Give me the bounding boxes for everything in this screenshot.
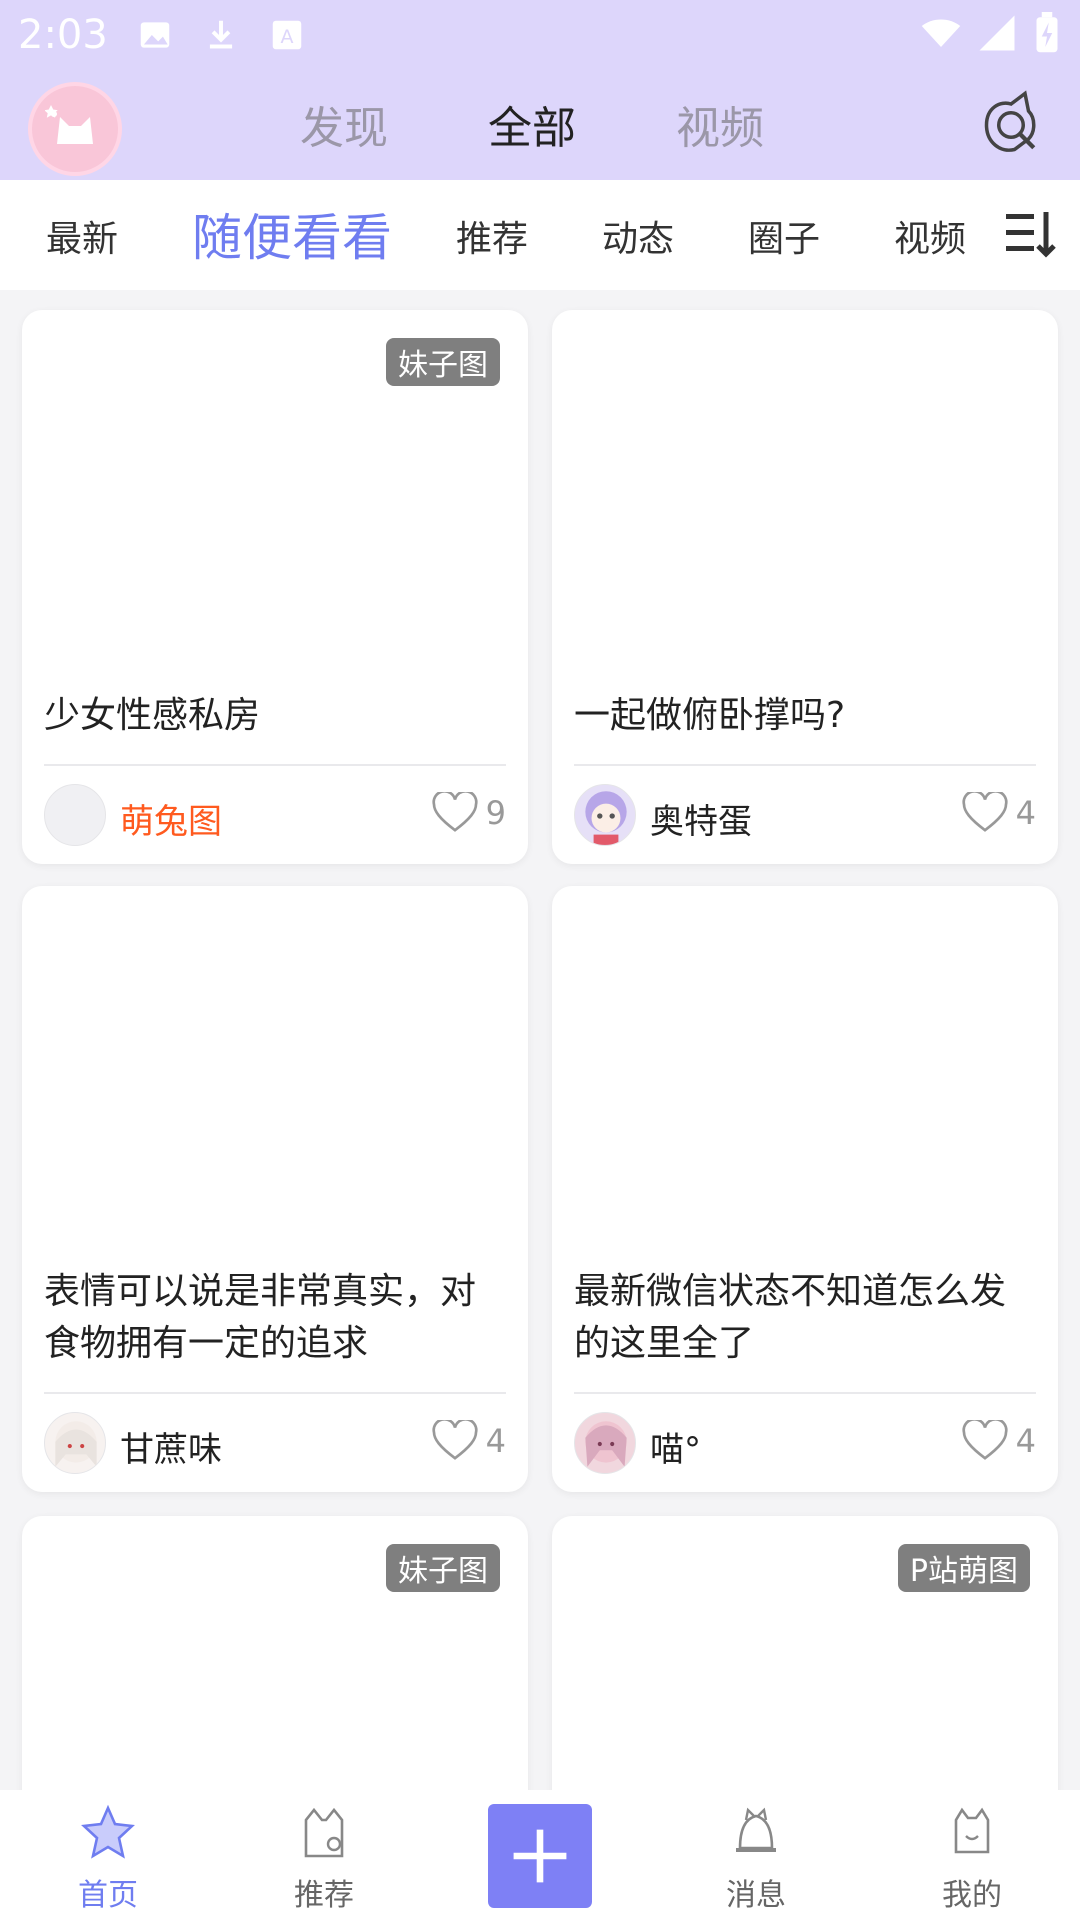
nav-home-label: 首页: [78, 1878, 138, 1913]
anime-avatar-icon: [585, 1421, 627, 1467]
tab-video[interactable]: 视频: [676, 92, 764, 156]
nav-messages-label: 消息: [726, 1878, 786, 1913]
screen: 2:03 A 发现 全部 视频 最新 随便看看 推荐 动态 圈子 视频 妹子图 …: [0, 0, 1080, 1920]
anime-avatar-icon: [585, 791, 627, 845]
top-header-area: 2:03 A 发现 全部 视频: [0, 0, 1080, 180]
tab-all-label: 全部: [488, 103, 576, 154]
category-tag: P站萌图: [897, 1544, 1030, 1592]
post-card[interactable]: 最新微信状态不知道怎么发的这里全了 喵° 4: [552, 886, 1058, 1492]
post-title: 最新微信状态不知道怎么发的这里全了: [574, 1271, 1007, 1364]
author-name[interactable]: 奥特蛋: [650, 794, 752, 843]
cat-profile-icon: [954, 1807, 990, 1854]
nav-recommend[interactable]: 推荐: [254, 1804, 394, 1914]
author-avatar[interactable]: [44, 784, 106, 846]
header-tabs: 发现 全部 视频: [300, 92, 764, 160]
heart-icon: [432, 1420, 478, 1460]
author-name[interactable]: 萌兔图: [120, 794, 222, 843]
search-cat-icon[interactable]: [976, 90, 1046, 160]
like-count: 9: [485, 794, 506, 832]
battery-icon: [1036, 12, 1058, 53]
anime-avatar-icon: [55, 1421, 97, 1467]
star-home-icon: [81, 1804, 135, 1859]
subtab-latest[interactable]: 最新: [46, 210, 118, 262]
like-button[interactable]: 4: [962, 1420, 1036, 1462]
nav-messages[interactable]: 消息: [686, 1804, 826, 1914]
card-divider: [574, 764, 1036, 766]
post-title: 表情可以说是非常真实，对食物拥有一定的追求: [44, 1271, 477, 1364]
author-avatar[interactable]: [574, 1412, 636, 1474]
card-divider: [574, 1392, 1036, 1394]
tab-all[interactable]: 全部: [488, 92, 576, 160]
status-right: [920, 12, 1062, 54]
bottom-navigation: 首页 推荐 消息 我的: [0, 1790, 1080, 1920]
like-button[interactable]: 4: [432, 1420, 506, 1462]
category-tag: 妹子图: [386, 338, 500, 386]
category-tag: 妹子图: [386, 1544, 500, 1592]
app-logo-avatar[interactable]: [28, 82, 122, 176]
author-avatar[interactable]: [574, 784, 636, 846]
author-name[interactable]: 甘蔗味: [120, 1422, 222, 1471]
app-header: 发现 全部 视频: [0, 72, 1080, 180]
cat-logo-icon: [45, 105, 93, 144]
sort-menu-icon[interactable]: [1002, 206, 1058, 262]
plus-icon: [513, 1829, 567, 1883]
svg-text:A: A: [281, 26, 294, 48]
wifi-icon: [921, 19, 961, 47]
post-card[interactable]: P站萌图: [552, 1516, 1058, 1816]
post-card[interactable]: 表情可以说是非常真实，对食物拥有一定的追求 甘蔗味 4: [22, 886, 528, 1492]
card-divider: [44, 1392, 506, 1394]
font-icon: A: [272, 20, 302, 50]
signal-icon: [979, 15, 1015, 51]
subtab-random[interactable]: 随便看看: [192, 198, 392, 270]
post-card[interactable]: 妹子图 少女性感私房 萌兔图 9: [22, 310, 528, 864]
post-card[interactable]: 一起做俯卧撑吗? 奥特蛋 4: [552, 310, 1058, 864]
nav-profile-label: 我的: [942, 1878, 1002, 1913]
image-icon: [140, 22, 170, 48]
like-count: 4: [485, 1422, 506, 1460]
nav-profile[interactable]: 我的: [902, 1804, 1042, 1914]
card-divider: [44, 764, 506, 766]
like-button[interactable]: 9: [432, 792, 506, 834]
nav-recommend-label: 推荐: [294, 1878, 354, 1913]
like-count: 4: [1015, 794, 1036, 832]
subtab-recommend[interactable]: 推荐: [456, 210, 528, 262]
status-time: 2:03: [18, 12, 108, 58]
heart-icon: [962, 792, 1008, 832]
heart-icon: [962, 1420, 1008, 1460]
post-title: 少女性感私房: [44, 695, 261, 736]
nav-home[interactable]: 首页: [38, 1804, 178, 1914]
like-count: 4: [1015, 1422, 1036, 1460]
tab-discover[interactable]: 发现: [300, 92, 388, 156]
author-avatar[interactable]: [44, 1412, 106, 1474]
author-name[interactable]: 喵°: [650, 1422, 701, 1471]
bell-cat-icon: [736, 1807, 776, 1852]
download-icon: [209, 20, 233, 49]
like-button[interactable]: 4: [962, 792, 1036, 834]
heart-icon: [432, 792, 478, 832]
cat-recommend-icon: [304, 1807, 344, 1858]
subtab-moments[interactable]: 动态: [602, 210, 674, 262]
status-bar: 2:03 A: [0, 0, 1080, 72]
post-card[interactable]: 妹子图: [22, 1516, 528, 1816]
post-title: 一起做俯卧撑吗?: [574, 695, 846, 736]
category-tabs: 最新 随便看看 推荐 动态 圈子 视频: [0, 180, 1080, 290]
subtab-circles[interactable]: 圈子: [748, 210, 820, 262]
subtab-video[interactable]: 视频: [894, 210, 966, 262]
create-post-button[interactable]: [488, 1804, 592, 1908]
